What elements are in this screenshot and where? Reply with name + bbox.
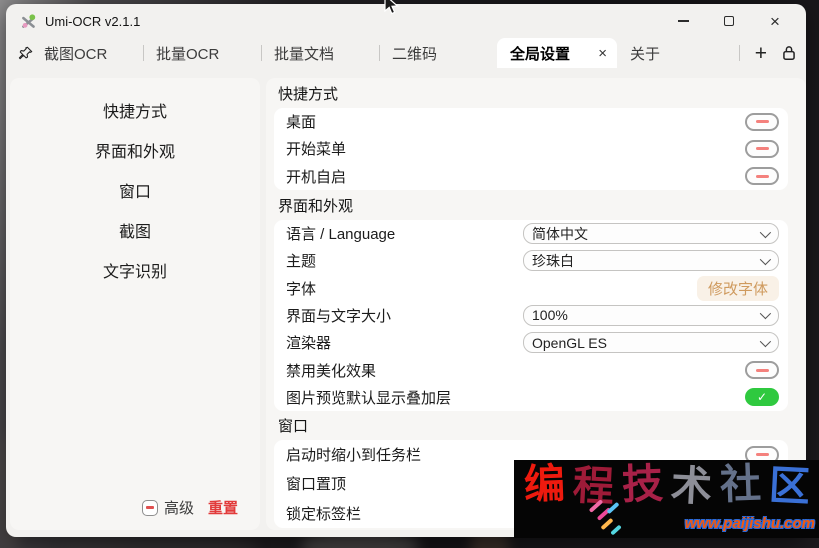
toggle-on[interactable]: ✓	[745, 388, 779, 406]
chevron-down-icon	[760, 254, 771, 265]
tab-batch-ocr[interactable]: 批量OCR	[143, 38, 261, 68]
watermark-pencil-stroke	[610, 524, 622, 535]
maximize-button[interactable]	[706, 4, 752, 38]
title-bar[interactable]: Umi-OCR v2.1.1 ×	[6, 4, 806, 38]
tab-qrcode[interactable]: 二维码	[379, 38, 497, 68]
watermark-text: 编 程 技 术 社 区	[520, 464, 814, 505]
watermark-char: 编	[519, 463, 569, 506]
renderer-dropdown[interactable]: OpenGL ES	[523, 332, 779, 353]
section-title-window: 窗口	[266, 411, 806, 440]
window-title: Umi-OCR v2.1.1	[45, 14, 140, 29]
advanced-label[interactable]: 高级	[164, 497, 194, 518]
toggle-off[interactable]	[745, 113, 779, 131]
setting-row-renderer: 渲染器 OpenGL ES	[274, 329, 788, 356]
tab-screenshot-ocr[interactable]: 截图OCR	[31, 38, 143, 68]
watermark-banner: 编 程 技 术 社 区 www.paijishu.com	[514, 460, 819, 538]
app-window: Umi-OCR v2.1.1 × 截图OCR 批量OCR 批量文档 二维码 全局…	[6, 4, 806, 537]
setting-row-ui-scale: 界面与文字大小 100%	[274, 302, 788, 329]
setting-row-font: 字体 修改字体	[274, 275, 788, 302]
setting-row-disable-effects: 禁用美化效果	[274, 356, 788, 383]
minus-icon	[756, 147, 769, 150]
modify-font-button[interactable]: 修改字体	[697, 276, 779, 301]
setting-row-preview-overlay: 图片预览默认显示叠加层 ✓	[274, 384, 788, 411]
tab-about[interactable]: 关于	[617, 38, 735, 68]
watermark-char: 社	[715, 463, 765, 506]
tab-bar-divider	[739, 45, 740, 61]
watermark-char: 技	[617, 463, 667, 506]
mouse-cursor	[383, 0, 399, 16]
minus-icon	[756, 120, 769, 123]
sidebar-item-appearance[interactable]: 界面和外观	[10, 130, 260, 170]
close-button[interactable]: ×	[752, 4, 798, 38]
settings-card: 桌面 开始菜单 开机自启	[274, 108, 788, 190]
setting-row-start-menu: 开始菜单	[274, 135, 788, 162]
setting-row-language: 语言 / Language 简体中文	[274, 220, 788, 247]
tab-batch-doc[interactable]: 批量文档	[261, 38, 379, 68]
add-tab-button[interactable]: +	[755, 43, 767, 64]
tab-bar: 截图OCR 批量OCR 批量文档 二维码 全局设置 × 关于	[31, 38, 735, 68]
minimize-icon	[678, 20, 689, 21]
check-icon: ✓	[757, 390, 767, 404]
sidebar-item-screenshot[interactable]: 截图	[10, 210, 260, 250]
section-title-shortcuts: 快捷方式	[266, 78, 806, 108]
close-icon: ×	[770, 13, 780, 30]
toggle-off[interactable]	[745, 361, 779, 379]
minimize-button[interactable]	[660, 4, 706, 38]
toggle-off[interactable]	[745, 140, 779, 158]
watermark-char: 程	[568, 465, 619, 509]
watermark-char: 术	[666, 465, 717, 509]
watermark-url: www.paijishu.com	[685, 515, 815, 532]
watermark-pencil-stroke	[600, 518, 613, 530]
minus-icon	[756, 175, 769, 178]
section-title-appearance: 界面和外观	[266, 190, 806, 220]
minus-icon	[146, 506, 154, 508]
setting-row-autostart: 开机自启	[274, 163, 788, 190]
ui-scale-dropdown[interactable]: 100%	[523, 305, 779, 326]
maximize-icon	[724, 16, 734, 26]
sidebar-item-shortcuts[interactable]: 快捷方式	[10, 90, 260, 130]
setting-row-desktop: 桌面	[274, 108, 788, 135]
chevron-down-icon	[760, 308, 771, 319]
watermark-char: 区	[764, 465, 815, 509]
minus-icon	[756, 453, 769, 456]
sidebar-item-window[interactable]: 窗口	[10, 170, 260, 210]
theme-dropdown[interactable]: 珍珠白	[523, 250, 779, 271]
minus-icon	[756, 369, 769, 372]
tab-close-icon[interactable]: ×	[598, 45, 607, 62]
chevron-down-icon	[760, 227, 771, 238]
chevron-down-icon	[760, 336, 771, 347]
tab-global-settings[interactable]: 全局设置 ×	[497, 38, 617, 68]
settings-sidebar: 快捷方式 界面和外观 窗口 截图 文字识别 高级 重置	[10, 78, 260, 530]
app-logo-icon	[20, 13, 37, 30]
lock-tabbar-icon[interactable]	[782, 45, 796, 61]
language-dropdown[interactable]: 简体中文	[523, 223, 779, 244]
sidebar-item-text-recognition[interactable]: 文字识别	[10, 250, 260, 290]
toggle-off[interactable]	[745, 167, 779, 185]
setting-row-theme: 主题 珍珠白	[274, 247, 788, 274]
reset-button[interactable]: 重置	[208, 497, 238, 518]
advanced-toggle[interactable]	[142, 500, 158, 516]
settings-card: 语言 / Language 简体中文 主题 珍珠白 字体 修改字体 界面与文字大…	[274, 220, 788, 411]
